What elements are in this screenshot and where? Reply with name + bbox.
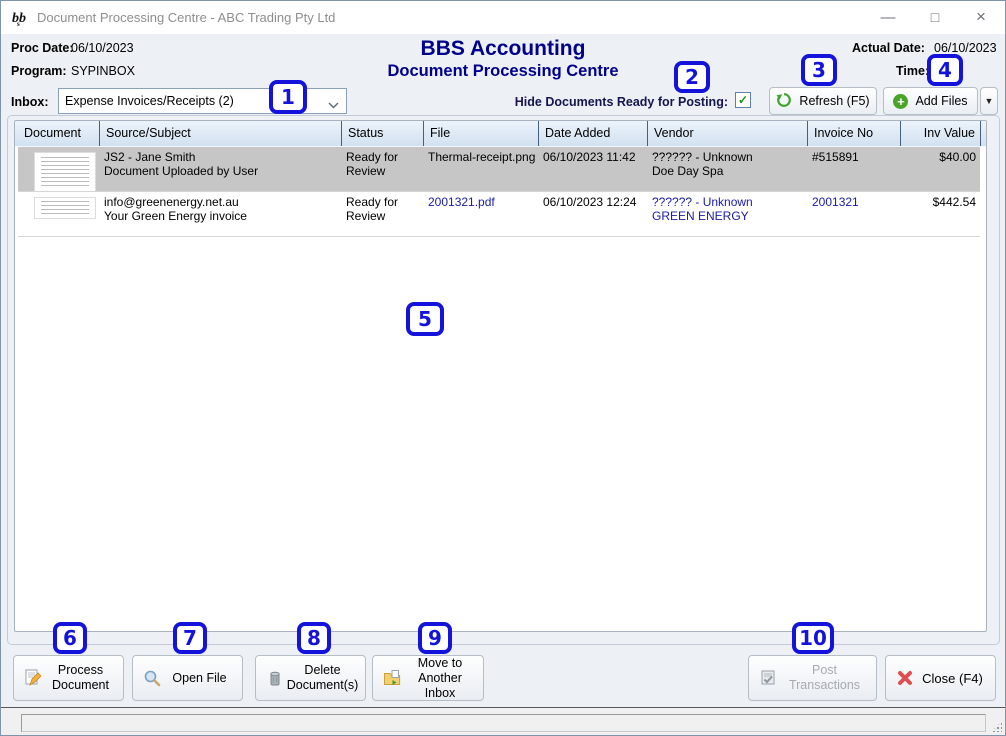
vendor-line: ?????? - Unknown (652, 150, 805, 164)
document-thumbnail-receipt[interactable] (34, 152, 96, 191)
open-file-icon (143, 669, 161, 687)
source-subject-cell: info@greenenergy.net.au Your Green Energ… (99, 192, 341, 236)
date-added-cell: 06/10/2023 11:42 (538, 147, 647, 191)
move-to-inbox-button[interactable]: Move to AnotherInbox (372, 655, 484, 701)
document-cell (18, 147, 99, 191)
open-file-label: Open File (161, 671, 242, 686)
column-header-source-subject[interactable]: Source/Subject (99, 121, 341, 146)
vendor-cell: ?????? - Unknown Doe Day Spa (647, 147, 807, 191)
column-header-status[interactable]: Status (341, 121, 423, 146)
vendor-name-line: Doe Day Spa (652, 164, 805, 178)
delete-icon (266, 669, 284, 687)
column-header-document[interactable]: Document (18, 121, 99, 146)
status-field (21, 714, 986, 732)
close-button[interactable]: × (963, 1, 999, 33)
annotation-3: 3 (801, 54, 837, 86)
table-row-thermal-receipt[interactable]: JS2 - Jane Smith Document Uploaded by Us… (18, 147, 980, 192)
column-header-vendor[interactable]: Vendor (647, 121, 807, 146)
actual-date-label: Actual Date: (852, 41, 925, 55)
hide-posting-label: Hide Documents Ready for Posting: (515, 95, 728, 109)
move-to-inbox-label: Move to AnotherInbox (401, 656, 483, 701)
status-cell: Ready for Review (341, 147, 423, 191)
refresh-icon (776, 92, 792, 111)
close-window-button[interactable]: Close (F4) (885, 655, 996, 701)
chevron-down-icon (328, 98, 339, 112)
open-file-button[interactable]: Open File (132, 655, 243, 701)
application-window: bb s Document Processing Centre - ABC Tr… (0, 0, 1006, 736)
annotation-2: 2 (674, 61, 710, 93)
table-row-green-energy[interactable]: info@greenenergy.net.au Your Green Energ… (18, 192, 980, 237)
inbox-label: Inbox: (11, 95, 49, 109)
actual-date-value: 06/10/2023 (934, 41, 997, 55)
annotation-10: 10 (792, 622, 834, 654)
hide-posting-checkbox[interactable]: ✓ (735, 92, 751, 108)
source-line: info@greenenergy.net.au (104, 195, 339, 209)
minimize-button[interactable]: — (870, 1, 906, 33)
file-link-cell[interactable]: 2001321.pdf (423, 192, 538, 236)
post-transactions-label: PostTransactions (777, 663, 876, 693)
documents-table: Document Source/Subject Status File Date… (14, 120, 987, 632)
close-x-icon (896, 669, 914, 687)
vendor-cell: ?????? - Unknown GREEN ENERGY (647, 192, 807, 236)
status-bar (1, 707, 1005, 735)
annotation-7: 7 (173, 622, 207, 654)
post-transactions-icon (759, 669, 777, 687)
column-header-invoice-no[interactable]: Invoice No (807, 121, 900, 146)
subject-line: Document Uploaded by User (104, 164, 339, 178)
inv-value-cell: $40.00 (900, 147, 980, 191)
process-document-icon (24, 669, 42, 687)
inbox-selected-value: Expense Invoices/Receipts (2) (65, 94, 234, 108)
add-files-button[interactable]: + Add Files (883, 87, 978, 115)
resize-grip[interactable] (991, 721, 1002, 732)
invoice-no-cell: #515891 (807, 147, 900, 191)
status-cell: Ready for Review (341, 192, 423, 236)
column-header-inv-value[interactable]: Inv Value (900, 121, 980, 146)
add-icon: + (893, 94, 908, 109)
maximize-button[interactable]: □ (917, 1, 953, 33)
move-inbox-icon (383, 669, 401, 687)
app-subtitle: Document Processing Centre (1, 62, 1005, 81)
vendor-name-line[interactable]: GREEN ENERGY (652, 209, 805, 223)
document-thumbnail-invoice[interactable] (34, 197, 96, 219)
column-header-file[interactable]: File (423, 121, 538, 146)
refresh-button-label: Refresh (F5) (799, 94, 869, 108)
add-files-dropdown-button[interactable]: ▼ (980, 87, 998, 115)
invoice-no-link-cell[interactable]: 2001321 (807, 192, 900, 236)
annotation-4: 4 (927, 54, 963, 86)
title-bar: bb s Document Processing Centre - ABC Tr… (1, 1, 1005, 34)
delete-documents-button[interactable]: DeleteDocument(s) (255, 655, 366, 701)
column-header-filler (980, 121, 987, 146)
inv-value-cell: $442.54 (900, 192, 980, 236)
document-cell (18, 192, 99, 236)
file-cell[interactable]: Thermal-receipt.png (423, 147, 538, 191)
add-files-button-label: Add Files (915, 94, 967, 108)
time-label: Time: (896, 64, 929, 78)
process-document-label: ProcessDocument (42, 663, 123, 693)
process-document-button[interactable]: ProcessDocument (13, 655, 124, 701)
close-window-label: Close (F4) (914, 671, 995, 686)
annotation-5: 5 (406, 302, 444, 336)
delete-documents-label: DeleteDocument(s) (284, 663, 365, 693)
annotation-6: 6 (53, 622, 87, 654)
dropdown-arrow-icon: ▼ (985, 96, 994, 106)
window-title: Document Processing Centre - ABC Trading… (37, 10, 335, 25)
refresh-button[interactable]: Refresh (F5) (769, 87, 877, 115)
source-subject-cell: JS2 - Jane Smith Document Uploaded by Us… (99, 147, 341, 191)
column-header-date-added[interactable]: Date Added (538, 121, 647, 146)
annotation-9: 9 (418, 622, 452, 654)
annotation-8: 8 (297, 622, 331, 654)
svg-text:s: s (17, 20, 20, 27)
checkbox-check-icon: ✓ (738, 94, 748, 106)
app-icon: bb s (11, 7, 31, 27)
table-header-row: Document Source/Subject Status File Date… (15, 121, 986, 147)
annotation-1: 1 (269, 80, 307, 114)
date-added-cell: 06/10/2023 12:24 (538, 192, 647, 236)
vendor-line[interactable]: ?????? - Unknown (652, 195, 805, 209)
source-line: JS2 - Jane Smith (104, 150, 339, 164)
post-transactions-button[interactable]: PostTransactions (748, 655, 877, 701)
subject-line: Your Green Energy invoice (104, 209, 339, 223)
